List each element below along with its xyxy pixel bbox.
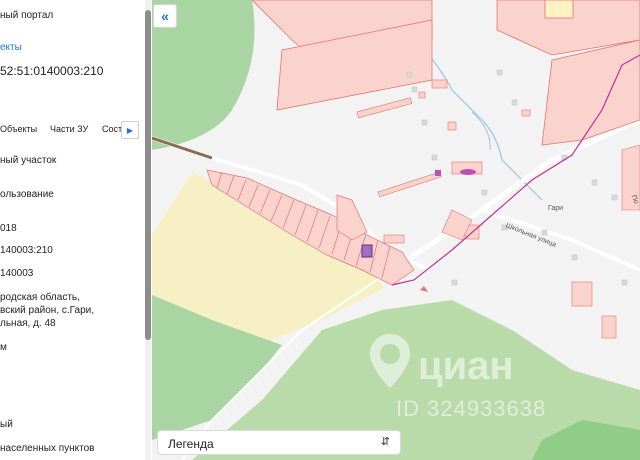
info-panel: ный портал екты 52:51:0140003:210 Объект… xyxy=(0,0,152,460)
marker-building-2 xyxy=(435,170,441,176)
field-quarter: 140003 xyxy=(0,268,34,279)
field-year: 018 xyxy=(0,223,17,234)
field-category: населенных пунктов xyxy=(0,443,95,454)
watermark-logo xyxy=(370,334,410,388)
selected-parcel xyxy=(361,244,373,258)
watermark: циан ID 324933638 xyxy=(360,330,590,430)
cadastral-number: 52:51:0140003:210 xyxy=(0,64,104,78)
parcel-small-top xyxy=(544,0,574,19)
chevron-up-down-icon[interactable]: ⇵ xyxy=(381,435,390,448)
village-label: Гари xyxy=(548,205,564,212)
address-line-1: родская область, xyxy=(0,292,80,303)
marker-building xyxy=(460,169,476,175)
tab-parts[interactable]: Части ЗУ xyxy=(50,124,88,134)
tab-bar: Объекты Части ЗУ Сост ▶ xyxy=(0,120,145,139)
address-line-3: льная, д. 48 xyxy=(0,318,56,329)
watermark-brand: циан xyxy=(418,344,514,388)
field-type: ный участок xyxy=(0,155,57,166)
field-unit: м xyxy=(0,342,7,353)
field-number: 140003:210 xyxy=(0,245,53,256)
panel-scrollbar[interactable] xyxy=(145,0,151,460)
address-line-2: вский район, с.Гари, xyxy=(0,305,94,316)
chevrons-left-icon[interactable]: « xyxy=(153,4,177,28)
tab-composition[interactable]: Сост xyxy=(102,124,122,134)
chevron-right-icon[interactable]: ▶ xyxy=(121,121,139,139)
tab-objects[interactable]: Объекты xyxy=(0,124,37,134)
scrollbar-thumb[interactable] xyxy=(145,10,151,340)
stream-branch xyxy=(471,111,491,151)
field-usage: ользование xyxy=(0,189,54,200)
road-east xyxy=(390,117,640,273)
school-street xyxy=(481,208,640,272)
portal-title: ный портал xyxy=(0,10,54,21)
watermark-id: ID 324933638 xyxy=(396,396,547,421)
objects-link[interactable]: екты xyxy=(0,42,22,53)
marker-small xyxy=(420,286,428,292)
field-status: ый xyxy=(0,419,13,430)
legend-dropdown[interactable]: Легенда ⇵ xyxy=(157,430,401,455)
legend-label: Легенда xyxy=(168,437,214,451)
